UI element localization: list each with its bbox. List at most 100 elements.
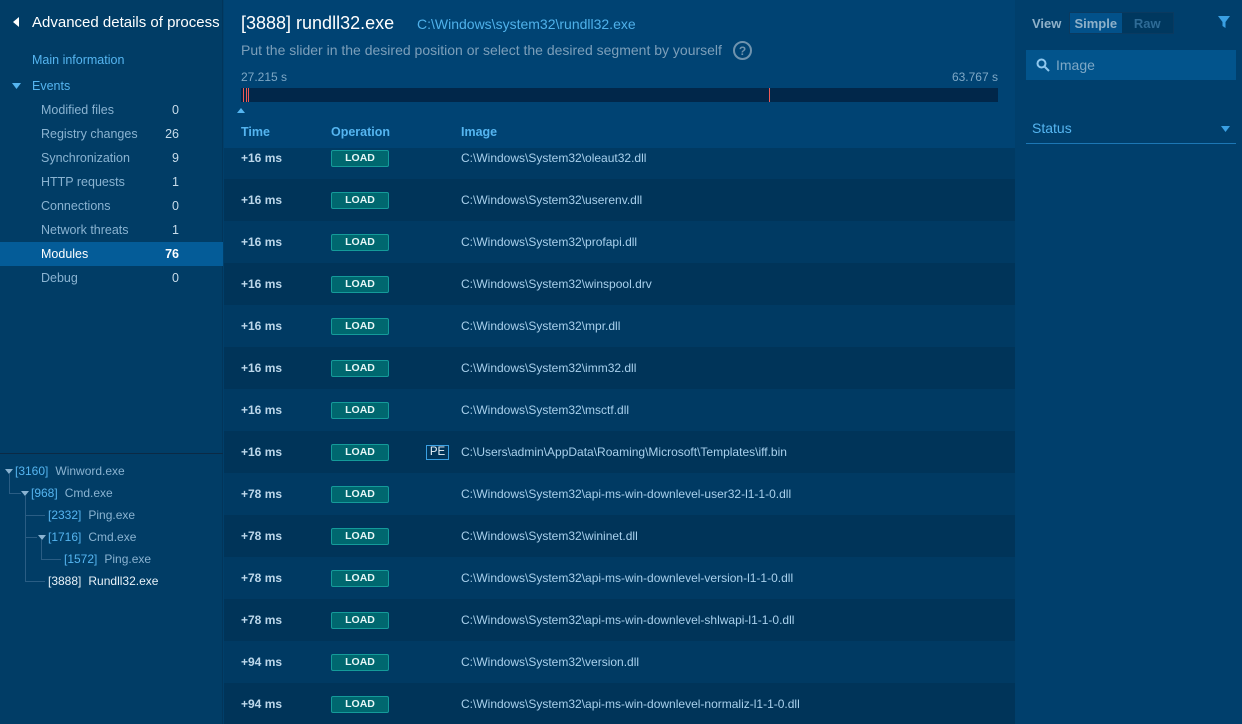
sidebar-item-registry-changes[interactable]: Registry changes 26 (0, 122, 223, 146)
item-label: Modules (41, 247, 89, 261)
table-row[interactable]: +16 ms LOAD C:\Windows\System32\msctf.dll (224, 389, 1015, 431)
view-label: View (1032, 16, 1062, 31)
table-row[interactable]: +78 ms LOAD C:\Windows\System32\api-ms-win… (224, 599, 1015, 641)
row-image-path: C:\Windows\System32\version.dll (461, 655, 640, 669)
view-raw-button[interactable]: Raw (1121, 13, 1173, 33)
row-time: +16 ms (241, 151, 283, 165)
table-row[interactable]: +94 ms LOAD C:\Windows\System32\api-ms-win… (224, 683, 1015, 724)
item-count: 9 (172, 151, 179, 165)
process-id: [1716] (48, 530, 82, 544)
item-label: Network threats (41, 223, 129, 237)
sidebar-item-http-requests[interactable]: HTTP requests 1 (0, 170, 223, 194)
item-count: 76 (165, 247, 179, 261)
item-count: 26 (165, 127, 179, 141)
item-label: Connections (41, 199, 111, 213)
column-header-time[interactable]: Time (241, 125, 270, 139)
tree-node-3160[interactable]: [3160] Winword.exe (4, 462, 125, 480)
tree-node-1716[interactable]: [1716] Cmd.exe (37, 528, 136, 546)
row-time: +94 ms (241, 697, 283, 711)
timeline-start-label: 27.215 s (241, 70, 288, 84)
tree-node-968[interactable]: [968] Cmd.exe (20, 484, 113, 502)
sidebar-item-synchronization[interactable]: Synchronization 9 (0, 146, 223, 170)
operation-badge: LOAD (331, 695, 389, 713)
timeline-bar[interactable] (241, 88, 998, 102)
table-row[interactable]: +16 ms LOAD C:\Windows\System32\oleaut32.d… (224, 148, 1015, 179)
view-simple-button[interactable]: Simple (1070, 13, 1122, 33)
column-header-operation[interactable]: Operation (331, 125, 390, 139)
item-label: HTTP requests (41, 175, 125, 189)
table-row[interactable]: +16 ms LOAD C:\Windows\System32\profapi.dl… (224, 221, 1015, 263)
row-image-path: C:\Windows\System32\wininet.dll (461, 529, 638, 543)
image-search-input[interactable] (1056, 57, 1226, 73)
image-search-field[interactable] (1026, 50, 1236, 80)
tree-connector (25, 496, 37, 538)
filter-icon[interactable] (1218, 16, 1230, 28)
item-label: Debug (41, 271, 78, 285)
slider-handle-icon[interactable] (237, 108, 245, 113)
help-icon[interactable]: ? (733, 41, 752, 60)
timeline-end-label: 63.767 s (951, 70, 998, 84)
row-image-path: C:\Windows\System32\winspool.drv (461, 277, 652, 291)
operation-badge: LOAD (331, 191, 389, 209)
process-name: Winword.exe (55, 464, 125, 478)
item-count: 0 (172, 103, 179, 117)
sidebar-item-network-threats[interactable]: Network threats 1 (0, 218, 223, 242)
tree-node-2332[interactable]: [2332] Ping.exe (48, 506, 135, 524)
pe-badge: PE (426, 444, 449, 460)
sidebar-item-modified-files[interactable]: Modified files 0 (0, 98, 223, 122)
process-name: Cmd.exe (64, 486, 113, 500)
process-id: [3888] (48, 574, 82, 588)
table-row[interactable]: +16 ms LOAD C:\Windows\System32\imm32.dll (224, 347, 1015, 389)
table-row[interactable]: +16 ms LOAD C:\Windows\System32\userenv.dl… (224, 179, 1015, 221)
row-image-path: C:\Windows\System32\mpr.dll (461, 319, 621, 333)
table-row[interactable]: +94 ms LOAD C:\Windows\System32\version.dl… (224, 641, 1015, 683)
caret-down-icon (21, 490, 29, 496)
sidebar-item-modules[interactable]: Modules 76 (0, 242, 223, 266)
table-row[interactable]: +78 ms LOAD C:\Windows\System32\api-ms-win… (224, 557, 1015, 599)
timeline-event-marker (248, 88, 249, 102)
process-name: Rundll32.exe (88, 574, 159, 588)
table-row[interactable]: +16 ms LOAD C:\Windows\System32\mpr.dll (224, 305, 1015, 347)
caret-down-icon (11, 83, 21, 89)
row-time: +16 ms (241, 319, 283, 333)
operation-badge: LOAD (331, 485, 389, 503)
status-dropdown[interactable]: Status (1026, 113, 1236, 144)
table-row[interactable]: +16 ms LOAD PE C:\Users\admin\AppData\Roami… (224, 431, 1015, 473)
process-id: [1572] (64, 552, 98, 566)
tree-node-1572[interactable]: [1572] Ping.exe (64, 550, 151, 568)
events-table: +16 ms LOAD C:\Windows\System32\oleaut32.d… (224, 148, 1015, 724)
row-time: +16 ms (241, 361, 283, 375)
operation-badge: LOAD (331, 611, 389, 629)
row-time: +78 ms (241, 529, 283, 543)
column-header-image[interactable]: Image (461, 125, 497, 139)
row-time: +16 ms (241, 277, 283, 291)
operation-badge: LOAD (331, 359, 389, 377)
status-label: Status (1032, 120, 1072, 136)
table-row[interactable]: +78 ms LOAD C:\Windows\System32\wininet.dl… (224, 515, 1015, 557)
process-path-link[interactable]: C:\Windows\system32\rundll32.exe (417, 16, 636, 32)
timeline-event-marker (769, 88, 770, 102)
nav-main-information[interactable]: Main information (32, 53, 124, 67)
table-row[interactable]: +16 ms LOAD C:\Windows\System32\winspool.d… (224, 263, 1015, 305)
row-image-path: C:\Users\admin\AppData\Roaming\Microsoft… (461, 445, 787, 459)
operation-badge: LOAD (331, 653, 389, 671)
nav-events-toggle[interactable]: Events (0, 77, 223, 95)
filter-panel: View Simple Raw Status (1016, 0, 1242, 724)
row-time: +16 ms (241, 403, 283, 417)
tree-node-3888[interactable]: [3888] Rundll32.exe (48, 572, 158, 590)
item-count: 0 (172, 199, 179, 213)
process-name: Ping.exe (104, 552, 152, 566)
table-row[interactable]: +78 ms LOAD C:\Windows\System32\api-ms-win… (224, 473, 1015, 515)
row-image-path: C:\Windows\System32\profapi.dll (461, 235, 638, 249)
operation-badge: LOAD (331, 233, 389, 251)
item-label: Registry changes (41, 127, 138, 141)
back-button[interactable] (0, 10, 32, 34)
process-title: [3888] rundll32.exe (241, 13, 395, 33)
sidebar: Advanced details of process Main informa… (0, 0, 223, 724)
sidebar-item-connections[interactable]: Connections 0 (0, 194, 223, 218)
sidebar-item-debug[interactable]: Debug 0 (0, 266, 223, 290)
chevron-left-icon (13, 17, 19, 27)
caret-down-icon (5, 468, 13, 474)
row-time: +78 ms (241, 487, 283, 501)
item-count: 1 (172, 175, 179, 189)
